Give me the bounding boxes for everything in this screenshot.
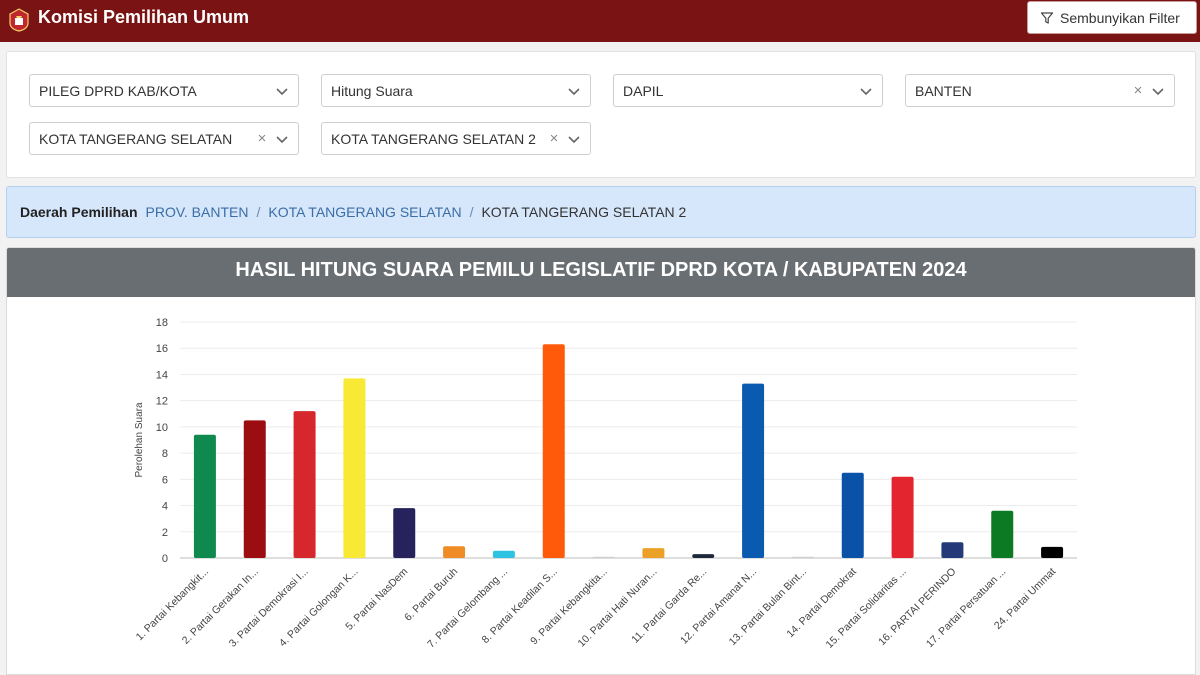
bar xyxy=(642,548,665,558)
y-tick-label: 2 xyxy=(162,527,168,539)
chevron-down-icon xyxy=(568,135,580,143)
breadcrumb-current: KOTA TANGERANG SELATAN 2 xyxy=(481,204,687,220)
bar xyxy=(492,550,515,558)
y-axis-label: Perolehan Suara xyxy=(134,402,145,477)
y-tick-label: 4 xyxy=(162,501,168,513)
province-select[interactable]: BANTEN × xyxy=(905,74,1175,107)
city-select[interactable]: KOTA TANGERANG SELATAN × xyxy=(29,122,299,155)
bar xyxy=(841,472,864,558)
toggle-filter-button[interactable]: Sembunyikan Filter xyxy=(1027,1,1197,34)
y-tick-label: 16 xyxy=(156,343,168,355)
y-tick-label: 0 xyxy=(162,553,168,565)
top-bar: Komisi Pemilihan Umum Sembunyikan Filter xyxy=(0,0,1200,42)
toggle-filter-label: Sembunyikan Filter xyxy=(1060,9,1180,26)
clear-city-icon[interactable]: × xyxy=(256,130,268,147)
breadcrumb-link-city[interactable]: KOTA TANGERANG SELATAN xyxy=(268,204,461,220)
chart-card: HASIL HITUNG SUARA PEMILU LEGISLATIF DPR… xyxy=(6,247,1196,675)
y-tick-label: 18 xyxy=(156,317,168,329)
breadcrumb-link-province[interactable]: PROV. BANTEN xyxy=(146,204,249,220)
bar xyxy=(293,411,316,558)
bar xyxy=(1041,546,1064,558)
y-tick-label: 6 xyxy=(162,474,168,486)
kpu-logo-icon xyxy=(9,8,29,32)
bar xyxy=(542,344,565,558)
breadcrumb-separator: / xyxy=(256,204,261,220)
clear-province-icon[interactable]: × xyxy=(1132,82,1144,99)
filter-icon xyxy=(1040,11,1054,24)
chevron-down-icon xyxy=(1152,87,1164,95)
chevron-down-icon xyxy=(276,87,288,95)
y-tick-label: 8 xyxy=(162,448,168,460)
breadcrumb-separator: / xyxy=(469,204,474,220)
bar xyxy=(991,510,1014,558)
bar xyxy=(343,378,366,558)
count-type-select[interactable]: Hitung Suara xyxy=(321,74,591,107)
bar xyxy=(941,542,964,558)
y-tick-label: 12 xyxy=(156,396,168,408)
bar xyxy=(742,383,765,558)
city-value: KOTA TANGERANG SELATAN xyxy=(39,130,233,147)
election-type-value: PILEG DPRD KAB/KOTA xyxy=(39,82,197,99)
chevron-down-icon xyxy=(276,135,288,143)
bar xyxy=(443,546,466,558)
y-tick-label: 10 xyxy=(156,422,168,434)
bar xyxy=(193,434,216,558)
province-value: BANTEN xyxy=(915,82,972,99)
bar xyxy=(243,420,266,558)
dapil-select[interactable]: DAPIL xyxy=(613,74,883,107)
breadcrumb-label: Daerah Pemilihan xyxy=(20,204,138,220)
chevron-down-icon xyxy=(568,87,580,95)
district-select[interactable]: KOTA TANGERANG SELATAN 2 × xyxy=(321,122,591,155)
bar xyxy=(692,554,715,558)
app-title: Komisi Pemilihan Umum xyxy=(38,7,250,27)
count-type-value: Hitung Suara xyxy=(331,82,413,99)
dapil-value: DAPIL xyxy=(623,82,664,99)
bar xyxy=(791,556,814,558)
y-tick-label: 14 xyxy=(156,369,168,381)
breadcrumb: Daerah Pemilihan PROV. BANTEN / KOTA TAN… xyxy=(6,186,1196,238)
bar xyxy=(891,476,914,558)
chevron-down-icon xyxy=(860,87,872,95)
bar xyxy=(393,508,416,558)
bar-chart: 024681012141618Perolehan Suara1. Partai … xyxy=(134,317,1077,651)
election-type-select[interactable]: PILEG DPRD KAB/KOTA xyxy=(29,74,299,107)
bar xyxy=(592,556,615,558)
clear-district-icon[interactable]: × xyxy=(548,130,560,147)
filter-panel: PILEG DPRD KAB/KOTA Hitung Suara DAPIL B… xyxy=(6,51,1196,178)
district-value: KOTA TANGERANG SELATAN 2 xyxy=(331,130,536,147)
